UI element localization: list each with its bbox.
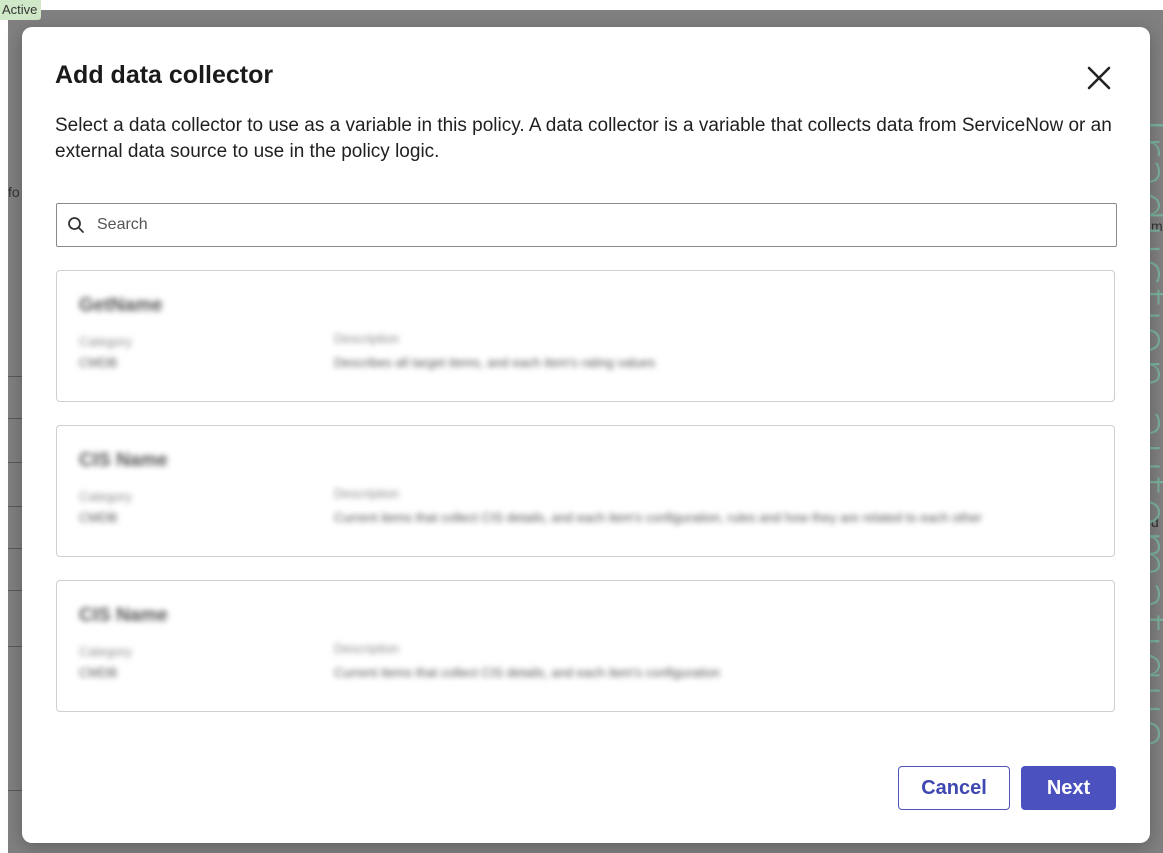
data-collector-card[interactable]: CIS Name Category CMDB Description Curre… bbox=[56, 425, 1115, 557]
background-text-fragment: fo bbox=[8, 184, 20, 200]
background-divider bbox=[8, 418, 22, 419]
add-data-collector-dialog: Add data collector Select a data collect… bbox=[22, 27, 1150, 843]
background-divider bbox=[8, 506, 22, 507]
page-top-strip bbox=[0, 0, 1163, 10]
dialog-description: Select a data collector to use as a vari… bbox=[55, 115, 1112, 162]
search-input[interactable] bbox=[95, 206, 1116, 244]
page-left-strip bbox=[0, 0, 8, 853]
background-divider bbox=[8, 462, 22, 463]
close-button[interactable] bbox=[1084, 63, 1114, 93]
cancel-button[interactable]: Cancel bbox=[898, 766, 1010, 810]
status-badge: Active bbox=[0, 0, 42, 20]
card-type-value: CMDB bbox=[79, 665, 118, 680]
card-description-label: Description bbox=[334, 641, 400, 656]
card-type-label: Category bbox=[79, 644, 132, 659]
next-button[interactable]: Next bbox=[1021, 766, 1116, 810]
card-name: GetName bbox=[79, 295, 163, 316]
card-description-value: Current items that collect CIS details, … bbox=[334, 510, 982, 525]
data-collector-card[interactable]: GetName Category CMDB Description Descri… bbox=[56, 270, 1115, 402]
card-name: CIS Name bbox=[79, 605, 168, 626]
data-collector-card[interactable]: CIS Name Category CMDB Description Curre… bbox=[56, 580, 1115, 712]
card-type-label: Category bbox=[79, 489, 132, 504]
card-description-value: Current items that collect CIS details, … bbox=[334, 665, 721, 680]
background-divider bbox=[8, 646, 22, 647]
dialog-title: Add data collector bbox=[55, 61, 274, 89]
close-icon bbox=[1087, 66, 1111, 90]
background-divider bbox=[8, 790, 22, 791]
card-description-label: Description bbox=[334, 331, 400, 346]
background-divider bbox=[8, 590, 22, 591]
card-description-value: Describes all target items, and each ite… bbox=[334, 355, 656, 370]
card-type-value: CMDB bbox=[79, 510, 118, 525]
card-description-label: Description bbox=[334, 486, 400, 501]
search-icon bbox=[67, 216, 85, 234]
card-type-label: Category bbox=[79, 334, 132, 349]
card-type-value: CMDB bbox=[79, 355, 118, 370]
search-field[interactable] bbox=[56, 203, 1117, 247]
card-name: CIS Name bbox=[79, 450, 168, 471]
background-divider bbox=[8, 376, 22, 377]
background-divider bbox=[8, 548, 22, 549]
